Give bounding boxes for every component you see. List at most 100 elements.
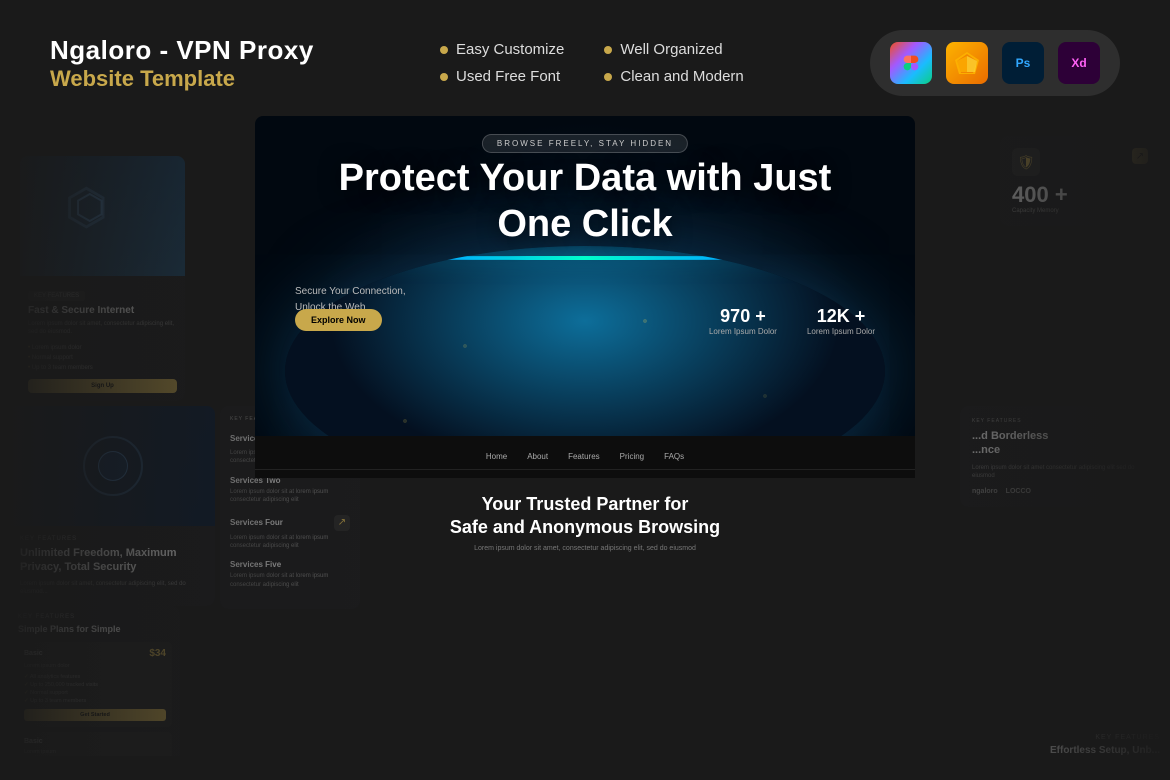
xd-icon: Xd (1058, 42, 1100, 84)
plan-feature: Up to 3 team members (24, 697, 166, 705)
feature-easy-customize: Easy Customize (440, 41, 564, 58)
plan-feature: All analytics features (24, 673, 166, 681)
stat-label: Lorem Ipsum Dolor (709, 327, 777, 336)
feature-dot (440, 46, 448, 54)
plan-price: $34 (149, 648, 166, 659)
big-card-text: Lorem ipsum dolor sit amet, consectetur … (20, 580, 205, 597)
plan-card-basic-2: Basic Lorem ipsum All analytics features… (18, 732, 172, 756)
hero-bg: BROWSE FREELY, STAY HIDDEN Protect Your … (255, 116, 915, 436)
plan-description: Lorem ipsum (24, 749, 166, 755)
big-card-title: Unlimited Freedom, Maximum Privacy, Tota… (20, 546, 205, 575)
header: Ngaloro - VPN Proxy Website Template Eas… (0, 0, 1170, 116)
stat-number: 12K + (807, 306, 875, 327)
left-card-image (20, 156, 185, 276)
hero-globe (285, 246, 885, 436)
right-stat-card: 🛡 ↗ 400 + Capacity Memory (1000, 136, 1160, 226)
big-card-body: KEY FEATURES Unlimited Freedom, Maximum … (10, 526, 215, 606)
right-big-text: Lorem ipsum dolor sit amet consectetur a… (972, 464, 1148, 481)
list-item: Up to 3 team members (28, 363, 177, 373)
partner-logo-2: LOCCO (1006, 488, 1031, 495)
nav-features[interactable]: Features (568, 452, 600, 461)
globe-icon (83, 436, 143, 496)
feature-dot (604, 73, 612, 81)
photoshop-icon: Ps (1002, 42, 1044, 84)
nav-home[interactable]: Home (486, 452, 507, 461)
main-content: BROWSE FREELY, STAY HIDDEN Protect Your … (0, 116, 1170, 756)
stat-icon-wrapper: 🛡 (1012, 148, 1040, 176)
feature-dot (604, 46, 612, 54)
plan-feature: Up to 250,000 tracked visits (24, 681, 166, 689)
list-item: Lorem ipsum dolor (28, 343, 177, 353)
partner-title: Your Trusted Partner for Safe and Anonym… (255, 493, 915, 540)
hero-stats: 970 + Lorem Ipsum Dolor 12K + Lorem Ipsu… (709, 306, 875, 336)
hero-stat-2: 12K + Lorem Ipsum Dolor (807, 306, 875, 336)
arrow-up-right-icon: ↗ (1132, 148, 1148, 164)
center-preview: BROWSE FREELY, STAY HIDDEN Protect Your … (255, 116, 915, 756)
right-bottom-title: Effortless Setup, Unb... (1050, 745, 1160, 756)
hero-headline: Protect Your Data with Just One Click (335, 156, 835, 247)
partner-logos: ngaloro LOCCO (972, 488, 1148, 495)
plan-description: Lorem ipsum dolor (24, 663, 166, 669)
hexagon-icon (73, 186, 133, 246)
feature-free-font: Used Free Font (440, 68, 564, 85)
feature-label: Easy Customize (456, 41, 564, 58)
feature-label: Well Organized (620, 41, 722, 58)
card-list: Lorem ipsum dolor Normal support Up to 3… (28, 343, 177, 373)
partner-logo-1: ngaloro (972, 488, 998, 495)
stat-number: 970 + (709, 306, 777, 327)
big-card-image (10, 406, 215, 526)
card-title: Fast & Secure Internet (28, 305, 177, 316)
center-navbar: Home About Features Pricing FAQs (255, 436, 915, 478)
hero-explore-btn[interactable]: Explore Now (295, 309, 382, 331)
card-tag: KEY FEATURES (28, 291, 85, 301)
right-stat-number: 400 + (1012, 182, 1148, 208)
product-title: Ngaloro - VPN Proxy (50, 35, 314, 66)
product-subtitle: Website Template (50, 66, 314, 92)
plan-card-header: Basic (24, 738, 166, 745)
title-block: Ngaloro - VPN Proxy Website Template (50, 35, 314, 92)
partner-subtitle: Lorem ipsum dolor sit amet, consectetur … (255, 545, 915, 552)
feature-label: Used Free Font (456, 68, 560, 85)
right-stat-label: Capacity Memory (1012, 208, 1148, 214)
figma-icon (890, 42, 932, 84)
center-nav-list: Home About Features Pricing FAQs (255, 444, 915, 470)
nav-about[interactable]: About (527, 452, 548, 461)
left-big-card: KEY FEATURES Unlimited Freedom, Maximum … (10, 406, 215, 606)
plan-name: Basic (24, 738, 43, 745)
nav-faqs[interactable]: FAQs (664, 452, 684, 461)
feature-clean-modern: Clean and Modern (604, 68, 743, 85)
hero-atmosphere (295, 256, 875, 260)
plans-header: KEY FEATURES (18, 614, 172, 620)
features-col-2: Well Organized Clean and Modern (604, 41, 743, 85)
stat-label: Lorem Ipsum Dolor (807, 327, 875, 336)
features-col-1: Easy Customize Used Free Font (440, 41, 564, 85)
feature-well-organized: Well Organized (604, 41, 743, 58)
plan-feature: Normal support (24, 689, 166, 697)
plan-card-header: Basic $34 (24, 648, 166, 659)
plans-title: Simple Plans for Simple (18, 624, 172, 634)
list-item: Normal support (28, 353, 177, 363)
plan-card-basic: Basic $34 Lorem ipsum dolor All analytic… (18, 642, 172, 727)
left-card-body: KEY FEATURES Fast & Secure Internet Lore… (20, 276, 185, 401)
feature-label: Clean and Modern (620, 68, 743, 85)
shield-icon: 🛡 (1012, 148, 1040, 176)
feature-dot (440, 73, 448, 81)
stat-card-header: 🛡 ↗ (1012, 148, 1148, 176)
globe-inner (98, 451, 128, 481)
hero-tag: BROWSE FREELY, STAY HIDDEN (482, 134, 688, 153)
nav-pricing[interactable]: Pricing (620, 452, 644, 461)
features-list: Easy Customize Used Free Font Well Organ… (440, 41, 744, 85)
center-partner-section: Your Trusted Partner for Safe and Anonym… (255, 478, 915, 562)
plan-get-btn[interactable]: Get Started (24, 709, 166, 721)
right-bottom-tag: KEY FEATURES (1095, 734, 1160, 741)
card-text: Lorem ipsum dolor sit amet, consectetur … (28, 320, 177, 337)
left-plans-card: KEY FEATURES Simple Plans for Simple Bas… (10, 606, 180, 756)
plan-name: Basic (24, 650, 43, 657)
tools-badge: Ps Xd (870, 30, 1120, 96)
sketch-icon (946, 42, 988, 84)
card-btn[interactable]: Sign Up (28, 379, 177, 393)
right-big-tag: KEY FEATURES (972, 418, 1148, 424)
hero-sub-line1: Secure Your Connection, (295, 284, 406, 300)
right-big-title: ...d Borderless ...nce (972, 429, 1148, 458)
right-big-card: KEY FEATURES ...d Borderless ...nce Lore… (960, 406, 1160, 507)
